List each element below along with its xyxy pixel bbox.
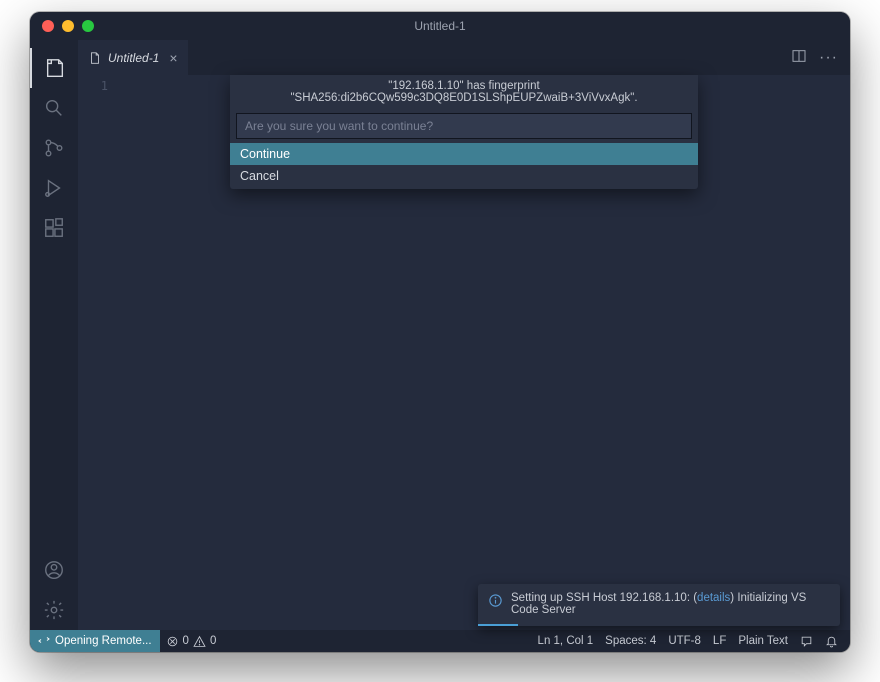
notification-toast[interactable]: Setting up SSH Host 192.168.1.10: (detai… [478,584,840,626]
explorer-icon[interactable] [30,48,78,88]
source-control-icon[interactable] [30,128,78,168]
eol-status[interactable]: LF [707,635,732,647]
run-debug-icon[interactable] [30,168,78,208]
notification-message: Setting up SSH Host 192.168.1.10: (detai… [511,592,830,616]
encoding-status[interactable]: UTF-8 [662,635,707,647]
problems-status[interactable]: 0 0 [160,635,223,648]
quick-input-list: Continue Cancel [230,143,698,189]
remote-status[interactable]: Opening Remote... [30,630,160,652]
tab-close-icon[interactable]: × [169,50,177,66]
editor-area[interactable]: 1 "192.168.1.10" has fingerprint "SHA256… [78,75,850,630]
minimize-window-button[interactable] [62,20,74,32]
quick-input: "192.168.1.10" has fingerprint "SHA256:d… [230,75,698,189]
accounts-icon[interactable] [30,550,78,590]
close-window-button[interactable] [42,20,54,32]
title-bar: Untitled-1 [30,12,850,40]
status-bar: Opening Remote... 0 0 Ln 1, Col 1 Spaces… [30,630,850,652]
app-window: Untitled-1 [30,12,850,652]
search-icon[interactable] [30,88,78,128]
editor-actions: ··· [791,40,850,75]
settings-gear-icon[interactable] [30,590,78,630]
notification-text-prefix: Setting up SSH Host 192.168.1.10: ( [511,592,697,604]
remote-status-label: Opening Remote... [55,635,152,647]
language-mode[interactable]: Plain Text [732,635,794,647]
window-controls [30,20,94,32]
more-actions-icon[interactable]: ··· [819,49,838,67]
error-icon [166,635,179,648]
tab-untitled[interactable]: Untitled-1 × [78,40,188,75]
notification-details-link[interactable]: details [697,592,730,604]
file-icon [88,51,102,65]
window-title: Untitled-1 [30,19,850,33]
quick-input-title: "192.168.1.10" has fingerprint "SHA256:d… [230,75,698,109]
fullscreen-window-button[interactable] [82,20,94,32]
remote-icon [38,635,50,647]
info-icon [488,593,503,608]
notifications-bell-icon[interactable] [819,635,844,648]
error-count: 0 [183,635,189,647]
workbench: Untitled-1 × ··· 1 "192.168.1.10" has fi… [30,40,850,630]
indentation-status[interactable]: Spaces: 4 [599,635,662,647]
extensions-icon[interactable] [30,208,78,248]
feedback-icon[interactable] [794,635,819,648]
cursor-position[interactable]: Ln 1, Col 1 [532,635,600,647]
quick-input-option-continue[interactable]: Continue [230,143,698,165]
notification-progress [478,624,518,626]
line-number: 1 [78,79,108,93]
editor-group: Untitled-1 × ··· 1 "192.168.1.10" has fi… [78,40,850,630]
quick-input-option-cancel[interactable]: Cancel [230,165,698,187]
quick-input-field[interactable] [236,113,692,139]
line-gutter: 1 [78,75,122,630]
activity-bar [30,40,78,630]
warning-count: 0 [210,635,216,647]
tab-label: Untitled-1 [108,51,159,65]
tab-bar: Untitled-1 × ··· [78,40,850,75]
warning-icon [193,635,206,648]
split-editor-icon[interactable] [791,48,807,67]
